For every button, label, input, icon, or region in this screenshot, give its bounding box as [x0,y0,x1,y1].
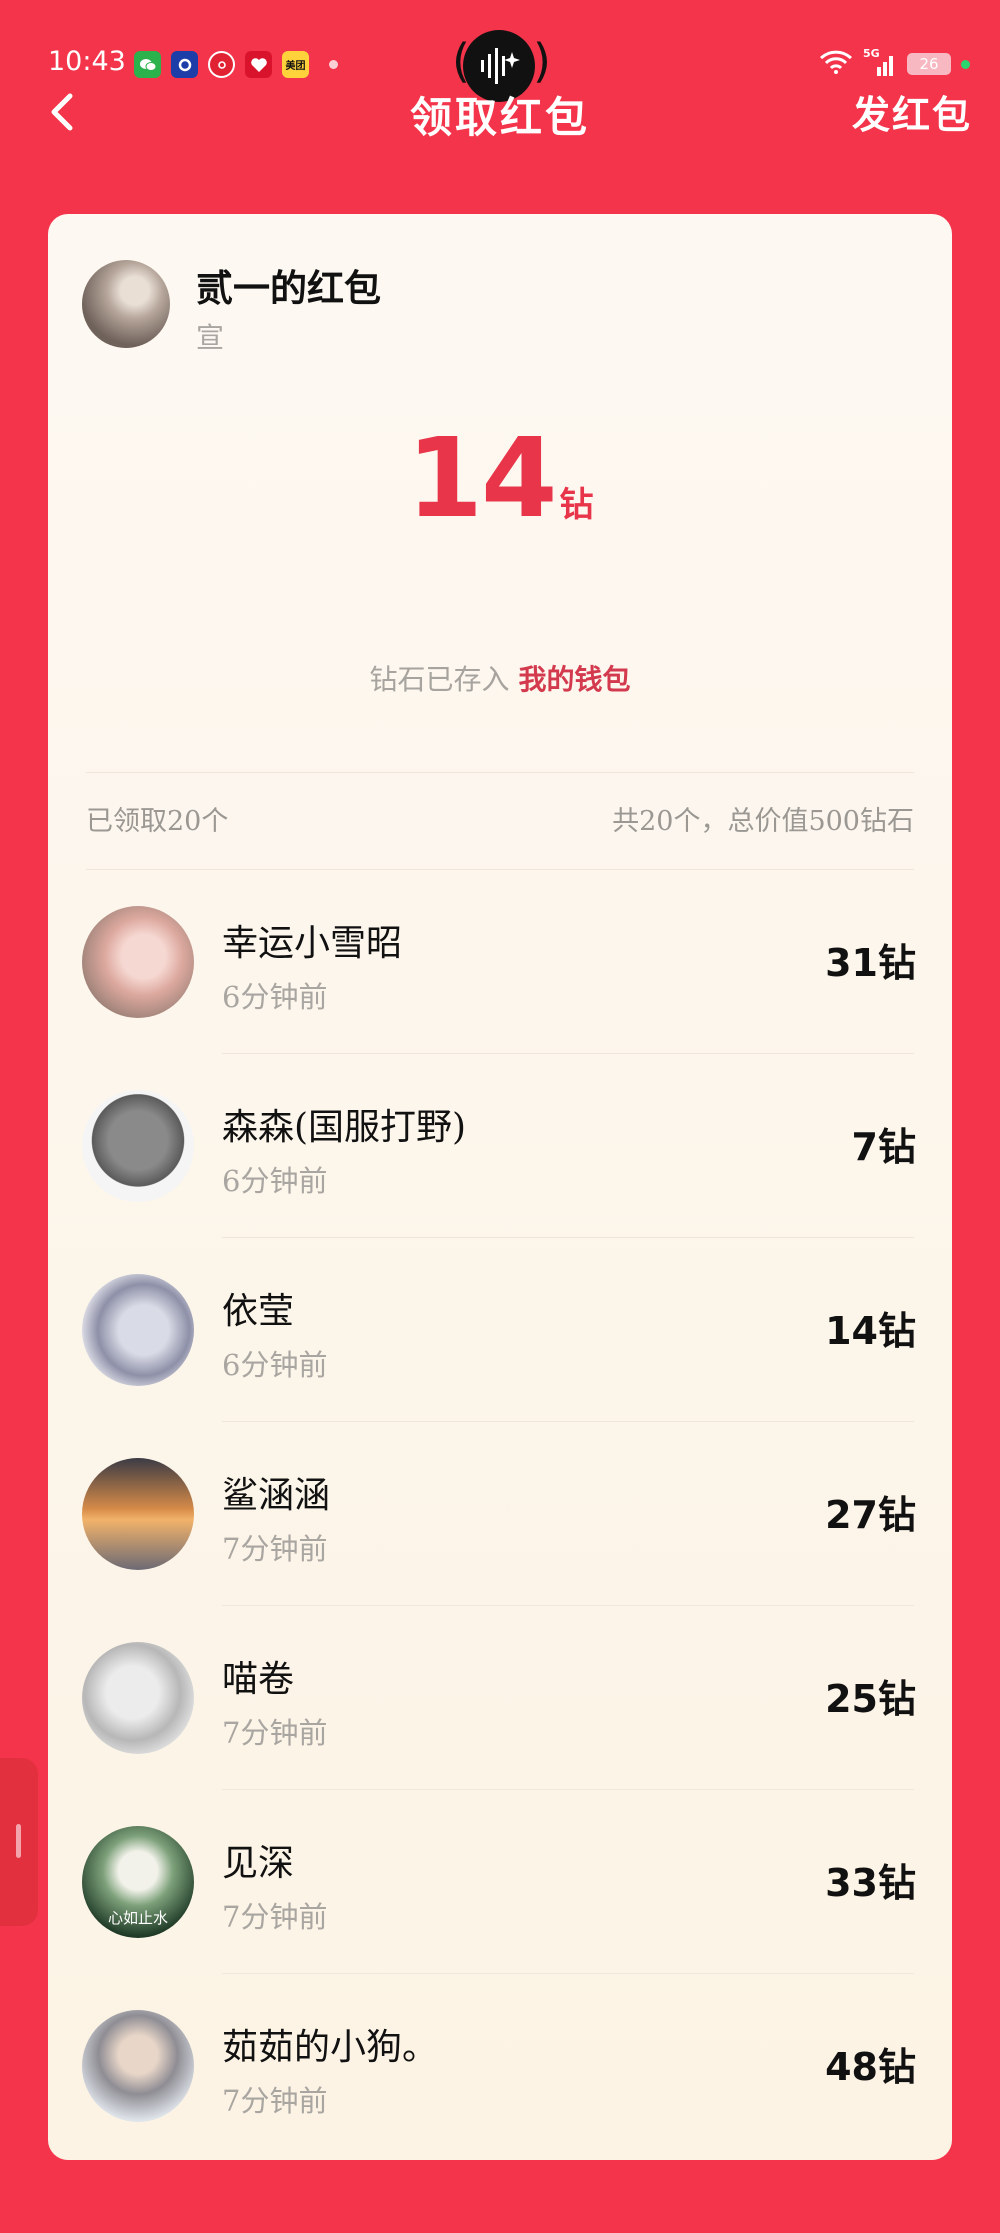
recipient-avatar[interactable] [82,1274,194,1386]
avatar-caption: 心如止水 [107,1909,168,1927]
status-time: 10:43 [48,46,126,77]
recipient-amount: 25钻 [825,1677,916,1721]
wallet-note-text: 钻石已存入 [369,663,510,696]
recipient-name: 喵卷 [222,1659,295,1700]
recipient-avatar[interactable] [82,906,194,1018]
recipient-amount: 33钻 [825,1861,916,1905]
received-amount: 14 钻 [48,414,952,542]
recipient-amount: 27钻 [825,1493,916,1537]
list-item[interactable]: 幸运小雪昭 6分钟前 31钻 [48,870,952,1054]
wechat-icon [134,51,161,78]
list-item[interactable]: 心如止水 见深 7分钟前 33钻 [48,1790,952,1974]
recipient-name: 见深 [222,1843,295,1884]
notification-dot-icon [329,60,338,69]
battery-icon: 26 [907,53,951,75]
recipient-amount: 14钻 [825,1309,916,1353]
netease-icon [208,51,235,78]
recipient-amount: 31钻 [825,941,916,985]
recipient-time: 7分钟前 [222,1532,328,1566]
recipient-avatar[interactable] [82,2010,194,2122]
red-packet-subtitle: 宣 [196,321,225,354]
recipient-name: 森森(国服打野) [222,1107,467,1148]
recipient-amount: 7钻 [851,1125,916,1169]
recipient-name: 茹茹的小狗。 [222,2027,439,2068]
list-item[interactable]: 依莹 6分钟前 14钻 [48,1238,952,1422]
recipient-avatar[interactable] [82,1090,194,1202]
recipient-amount: 48钻 [825,2045,916,2089]
recipient-time: 7分钟前 [222,2084,328,2118]
send-red-packet-button[interactable]: 发红包 [852,84,972,139]
status-right: 5G 26 [819,47,970,78]
signal-icon: 5G [863,47,897,77]
recipient-time: 6分钟前 [222,1348,328,1382]
recipient-time: 6分钟前 [222,980,328,1014]
wifi-icon [819,50,853,78]
recipient-name: 鲨涵涵 [222,1475,331,1516]
side-drawer-handle[interactable] [0,1758,38,1926]
amount-unit: 钻 [559,485,594,525]
list-item[interactable]: 鲨涵涵 7分钟前 27钻 [48,1422,952,1606]
notification-icons: 美团 [134,51,338,78]
divider [86,772,914,773]
recipient-list: 幸运小雪昭 6分钟前 31钻 森森(国服打野) 6分钟前 7钻 依莹 6分钟前 … [48,870,952,2158]
total-summary: 共20个，总价值500钻石 [612,806,914,837]
sender-avatar[interactable] [82,260,170,348]
page-title: 领取红包 [409,93,590,142]
recipient-name: 幸运小雪昭 [222,923,403,964]
recipient-name: 依莹 [222,1291,295,1332]
list-item[interactable]: 喵卷 7分钟前 25钻 [48,1606,952,1790]
handle-grip-icon [16,1824,21,1858]
recipient-avatar[interactable] [82,1458,194,1570]
recipient-time: 7分钟前 [222,1716,328,1750]
claimed-count: 已领取20个 [86,806,229,837]
red-packet-title: 贰一的红包 [196,266,381,310]
status-bar: 10:43 美团 ( ) 5G 26 [0,0,1000,102]
amount-value: 14 [406,414,557,542]
list-item[interactable]: 森森(国服打野) 6分钟前 7钻 [48,1054,952,1238]
privacy-dot-icon [961,59,970,69]
red-packet-card: 贰一的红包 宣 14 钻 钻石已存入 我的钱包 已领取20个 共20个，总价值50… [48,214,952,2160]
recipient-time: 7分钟前 [222,1900,328,1934]
red-app-icon [245,51,272,78]
recipient-avatar[interactable]: 心如止水 [82,1826,194,1938]
list-item[interactable]: 茹茹的小狗。 7分钟前 48钻 [48,1974,952,2158]
right-paren-icon: ) [533,34,551,88]
meituan-icon: 美团 [282,51,309,78]
recipient-time: 6分钟前 [222,1164,328,1198]
app-icon [171,51,198,78]
recipient-avatar[interactable] [82,1642,194,1754]
my-wallet-link[interactable]: 我的钱包 [518,663,630,696]
wallet-note: 钻石已存入 我的钱包 [48,658,952,698]
